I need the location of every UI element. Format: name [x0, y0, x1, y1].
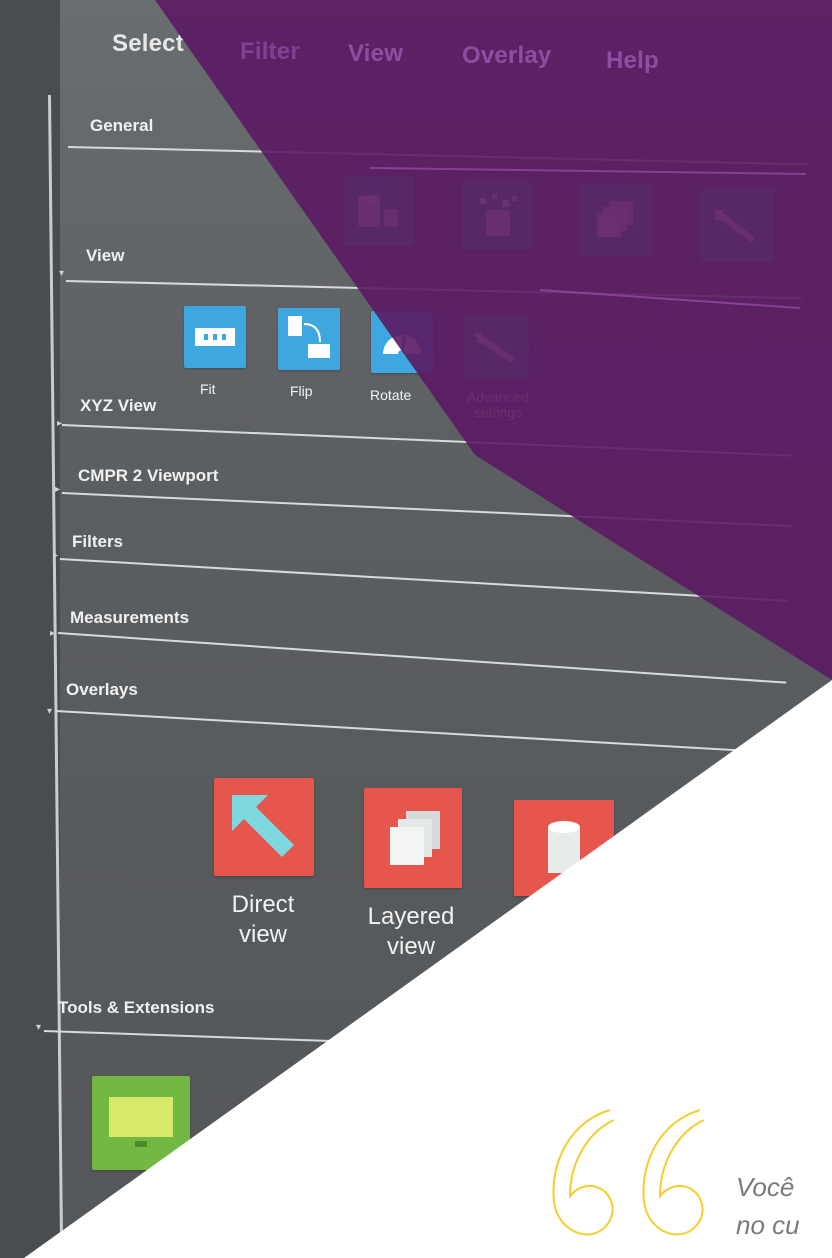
screenshot-stage: Select Filter View Overlay Help General — [0, 0, 832, 1258]
quote-line-2: no cu — [736, 1210, 800, 1240]
white-overlay — [24, 680, 832, 1258]
quote-mark-icon — [552, 1109, 705, 1236]
quote-line-1: Você — [736, 1172, 795, 1202]
quote-text: Você no cu — [736, 1168, 800, 1244]
